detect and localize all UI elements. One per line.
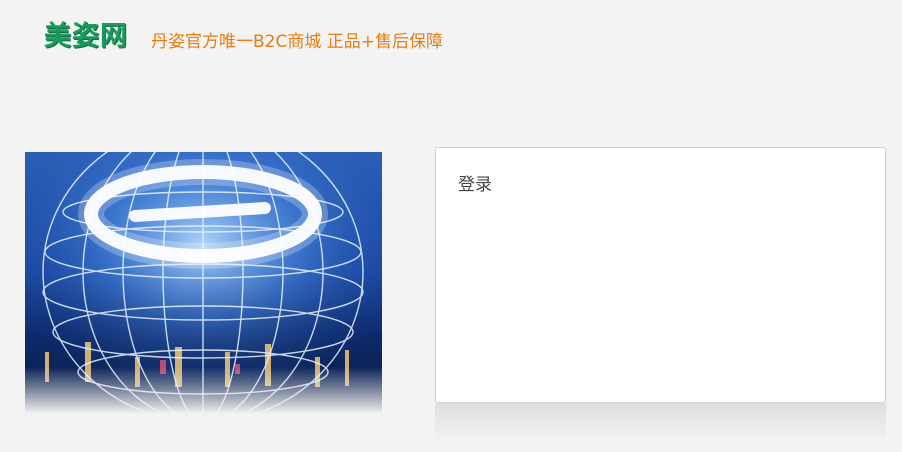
- site-logo[interactable]: 美姿网: [44, 14, 128, 53]
- hero-image: [25, 152, 382, 414]
- site-slogan: 丹姿官方唯一B2C商城 正品+售后保障: [151, 32, 443, 52]
- site-header: 美姿网 丹姿官方唯一B2C商城 正品+售后保障: [0, 0, 902, 70]
- globe-e-logo-image: [25, 152, 382, 414]
- login-panel: 登录: [435, 147, 886, 403]
- login-title: 登录: [458, 175, 492, 195]
- login-panel-reflection: [435, 403, 886, 443]
